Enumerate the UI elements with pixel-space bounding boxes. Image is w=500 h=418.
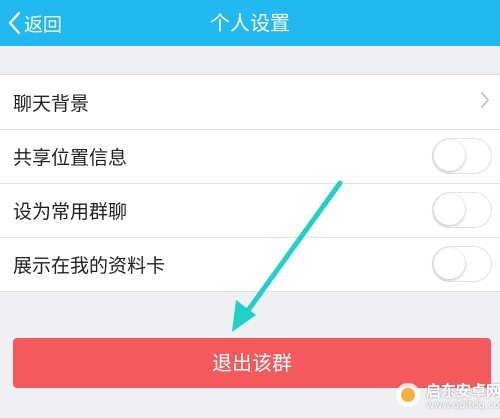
- setting-label: 展示在我的资料卡: [13, 254, 166, 277]
- toggle-knob: [434, 248, 465, 279]
- back-button[interactable]: 返回: [8, 0, 62, 46]
- setting-chat-background[interactable]: 聊天背景: [0, 75, 500, 129]
- watermark: 启东安卓网 www.qdltdq.com: [394, 378, 500, 416]
- toggle-knob: [434, 194, 465, 225]
- share-location-toggle[interactable]: [432, 138, 492, 174]
- toggle-knob: [434, 140, 465, 171]
- setting-label: 共享位置信息: [13, 146, 128, 169]
- watermark-logo-icon: [394, 381, 422, 413]
- chevron-left-icon: [8, 11, 22, 35]
- chevron-right-icon: [480, 91, 490, 113]
- setting-show-on-profile: 展示在我的资料卡: [0, 237, 500, 291]
- frequent-group-toggle[interactable]: [432, 192, 492, 228]
- setting-label: 设为常用群聊: [13, 200, 128, 223]
- watermark-title: 启东安卓网: [426, 382, 500, 401]
- back-label: 返回: [24, 13, 63, 36]
- setting-share-location: 共享位置信息: [0, 129, 500, 183]
- setting-frequent-group: 设为常用群聊: [0, 183, 500, 237]
- setting-label: 聊天背景: [13, 92, 90, 115]
- page-title: 个人设置: [210, 11, 290, 35]
- nav-bar: 返回 个人设置: [0, 0, 500, 46]
- show-on-profile-toggle[interactable]: [432, 246, 492, 282]
- watermark-url: www.qdltdq.com: [426, 399, 500, 411]
- settings-list: 聊天背景 共享位置信息 设为常用群聊 展示在我的资料卡: [0, 74, 500, 292]
